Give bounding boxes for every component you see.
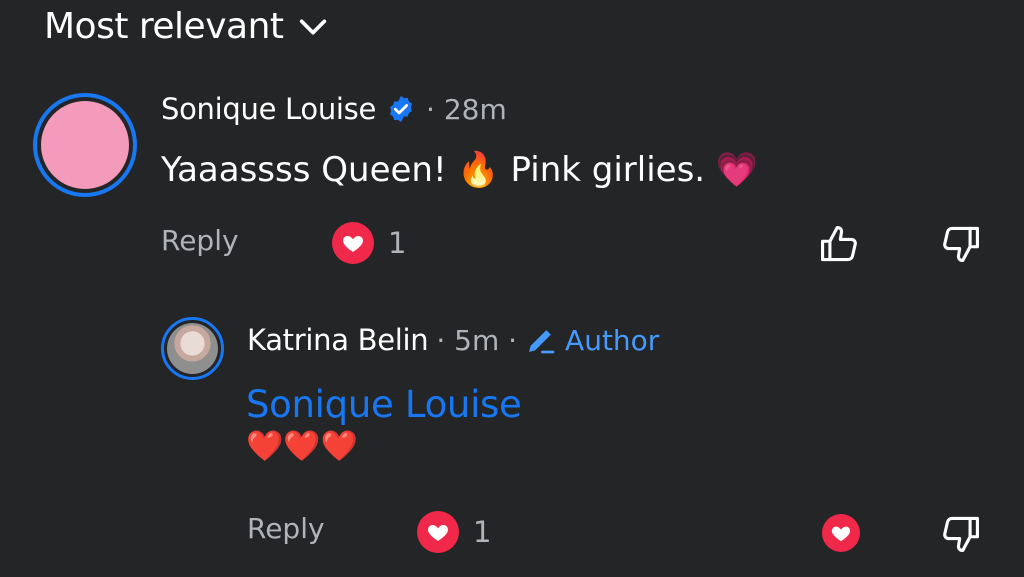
reply-avatar[interactable]: [161, 317, 224, 380]
reply-author-name[interactable]: Katrina Belin: [247, 323, 429, 357]
reply-button-2[interactable]: Reply: [247, 512, 325, 545]
love-react-button[interactable]: [822, 514, 860, 552]
chevron-down-icon: [299, 18, 326, 35]
avatar-image: [41, 101, 129, 189]
sort-dropdown[interactable]: Most relevant: [44, 6, 330, 47]
reaction-summary[interactable]: 1: [332, 222, 406, 264]
reply-avatar-image: [167, 323, 218, 374]
mention-link[interactable]: Sonique Louise: [246, 383, 522, 426]
reply-timestamp: · 5m ·: [436, 323, 518, 357]
pencil-icon: [529, 330, 555, 354]
avatar[interactable]: [33, 93, 137, 197]
verified-badge-icon: [390, 95, 413, 123]
thumbs-up-icon[interactable]: [818, 222, 862, 266]
thumbs-down-icon[interactable]: [938, 222, 982, 266]
thumbs-down-icon[interactable]: [938, 512, 982, 556]
love-reaction-icon: [332, 222, 374, 264]
comment-timestamp: · 28m: [426, 92, 507, 126]
sort-label: Most relevant: [44, 6, 284, 47]
reaction-count: 1: [388, 226, 407, 260]
reply-reaction-summary[interactable]: 1: [417, 511, 491, 553]
comment-text: Yaaassss Queen! 🔥 Pink girlies. 💗: [161, 150, 759, 190]
reply-reaction-count: 1: [473, 515, 492, 549]
reply-text-hearts: ❤️❤️❤️: [246, 432, 358, 462]
hearts-emoji: ❤️❤️❤️: [246, 429, 359, 464]
reply-button[interactable]: Reply: [161, 224, 239, 257]
author-badge: Author: [565, 323, 660, 357]
love-reaction-icon: [417, 511, 459, 553]
comment-author-name[interactable]: Sonique Louise: [161, 92, 376, 126]
